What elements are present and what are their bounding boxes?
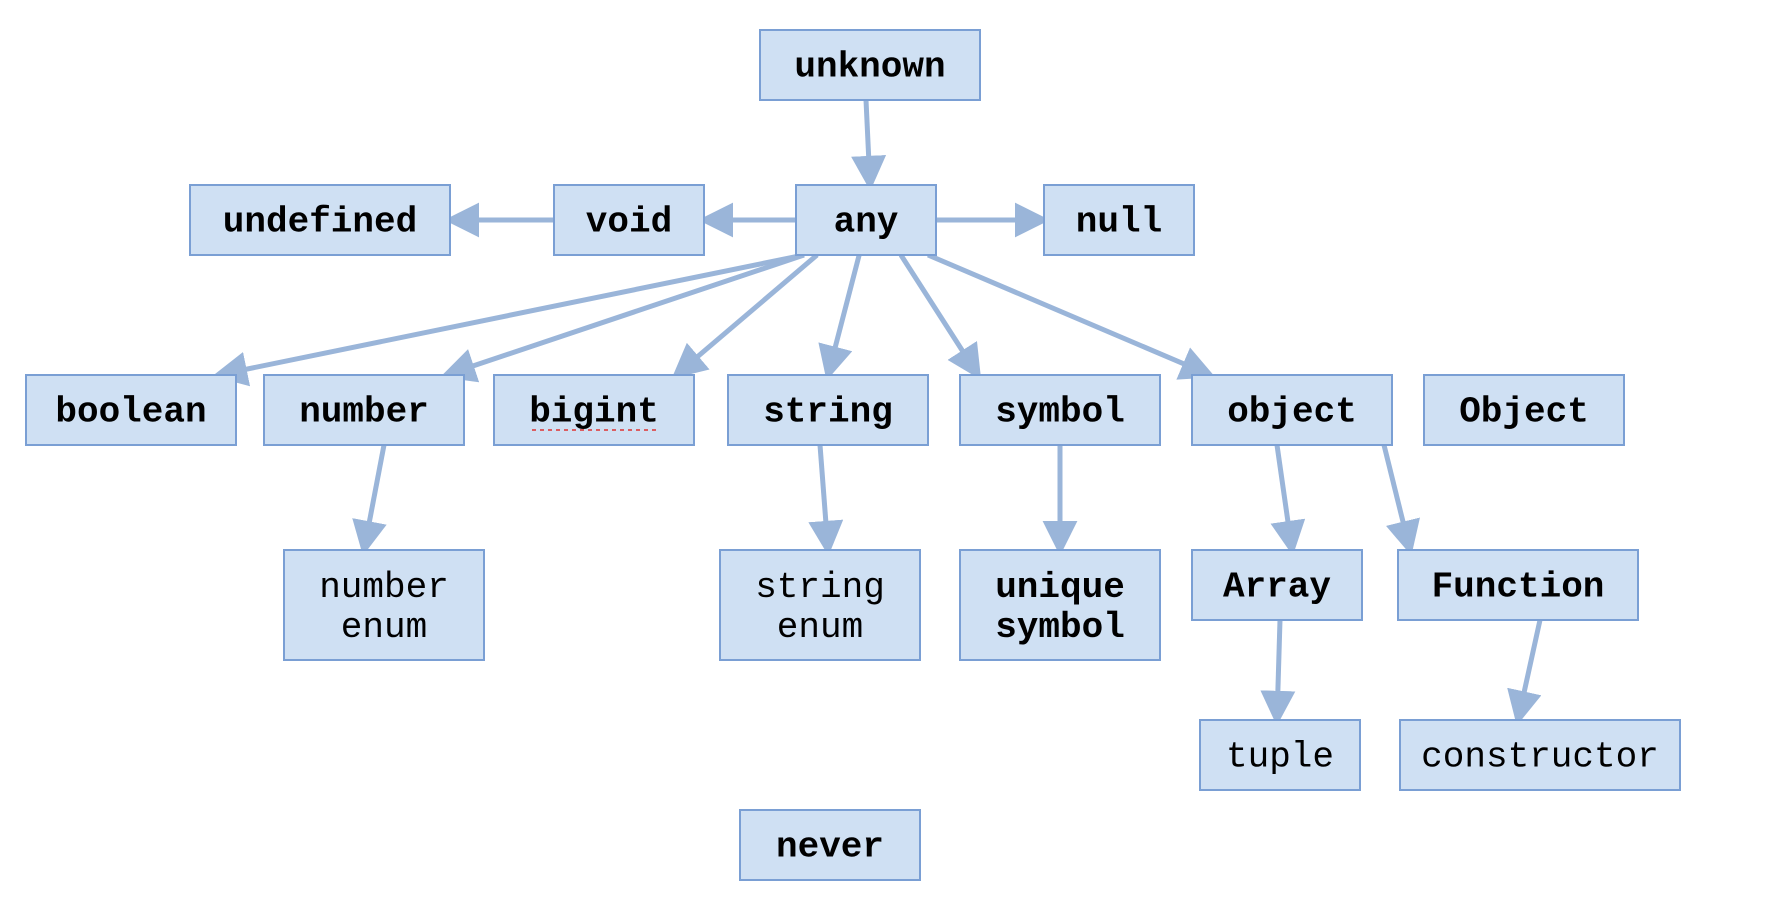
node-string_enum: stringenum	[720, 550, 920, 660]
node-label-Array: Array	[1223, 567, 1331, 608]
node-label-never: never	[776, 827, 884, 868]
node-label-constructor: constructor	[1421, 737, 1659, 778]
node-label-unique_symbol: uniquesymbol	[995, 567, 1125, 648]
node-void: void	[554, 185, 704, 255]
node-label-string: string	[763, 392, 893, 433]
node-label-bigint: bigint	[529, 392, 659, 433]
edge-unknown-to-any	[866, 100, 870, 185]
node-object: object	[1192, 375, 1392, 445]
node-string: string	[728, 375, 928, 445]
node-label-tuple: tuple	[1226, 737, 1334, 778]
edge-object-to-Function	[1384, 445, 1410, 550]
edge-any-to-string	[828, 255, 859, 375]
node-any: any	[796, 185, 936, 255]
node-label-undefined: undefined	[223, 202, 417, 243]
node-label-Object_cap: Object	[1459, 392, 1589, 433]
node-label-null: null	[1076, 202, 1162, 243]
edge-object-to-Array	[1277, 445, 1292, 550]
node-Function: Function	[1398, 550, 1638, 620]
node-label-number: number	[299, 392, 429, 433]
node-constructor: constructor	[1400, 720, 1680, 790]
node-null: null	[1044, 185, 1194, 255]
edge-number-to-number_enum	[364, 445, 384, 550]
node-label-boolean: boolean	[55, 392, 206, 433]
node-bigint: bigint	[494, 375, 694, 445]
node-label-symbol: symbol	[995, 392, 1125, 433]
node-label-void: void	[586, 202, 672, 243]
node-undefined: undefined	[190, 185, 450, 255]
node-tuple: tuple	[1200, 720, 1360, 790]
edge-string-to-string_enum	[820, 445, 828, 550]
type-hierarchy-diagram: unknown undefined void any null boolean number…	[0, 0, 1780, 912]
node-symbol: symbol	[960, 375, 1160, 445]
node-label-unknown: unknown	[794, 47, 945, 88]
node-number: number	[264, 375, 464, 445]
node-Object_cap: Object	[1424, 375, 1624, 445]
node-label-object: object	[1227, 392, 1357, 433]
node-number_enum: numberenum	[284, 550, 484, 660]
edge-Function-to-constructor	[1518, 620, 1540, 720]
node-never: never	[740, 810, 920, 880]
node-boolean: boolean	[26, 375, 236, 445]
node-unique_symbol: uniquesymbol	[960, 550, 1160, 660]
node-label-any: any	[834, 202, 899, 243]
edge-Array-to-tuple	[1277, 620, 1280, 720]
edge-any-to-object	[928, 255, 1210, 375]
edge-any-to-boolean	[218, 255, 804, 375]
node-label-Function: Function	[1432, 567, 1605, 608]
node-unknown: unknown	[760, 30, 980, 100]
node-Array: Array	[1192, 550, 1362, 620]
